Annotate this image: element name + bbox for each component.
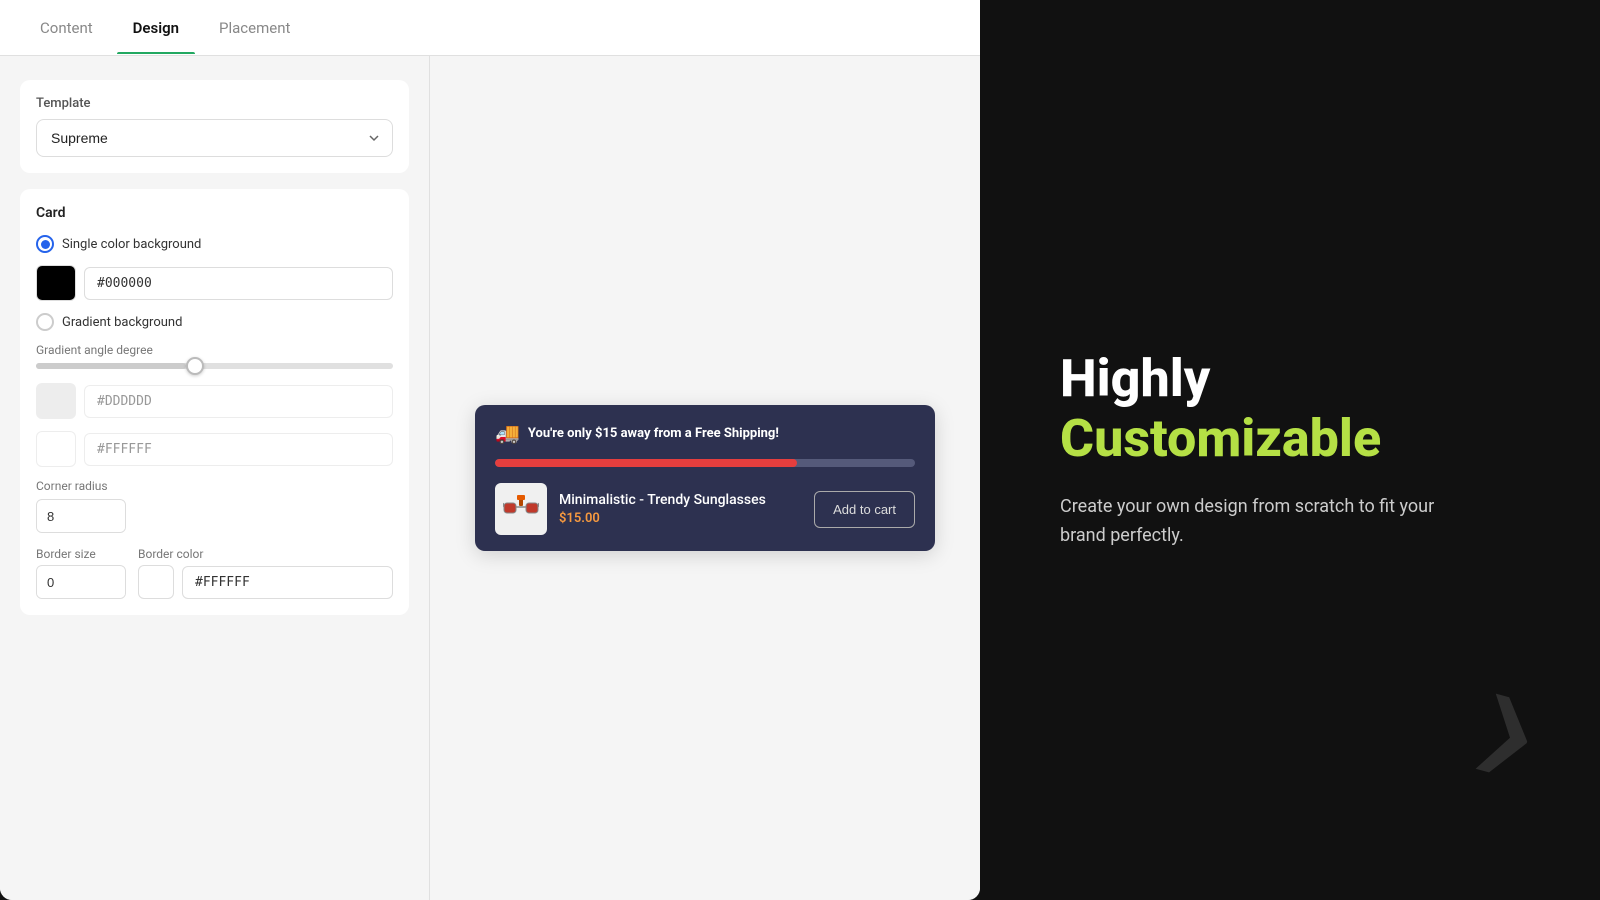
tab-design[interactable]: Design — [117, 3, 195, 53]
product-info: Minimalistic - Trendy Sunglasses $15.00 — [559, 492, 802, 526]
gradient-angle-slider[interactable] — [36, 363, 393, 369]
tab-placement[interactable]: Placement — [203, 3, 306, 53]
hero-line2: Customizable — [1060, 409, 1381, 469]
product-card: 🚚 You're only $15 away from a Free Shipp… — [475, 405, 935, 551]
card-title: Card — [36, 205, 393, 221]
right-panel: Highly Customizable Create your own desi… — [980, 0, 1600, 900]
gradient-radio-row[interactable]: Gradient background — [36, 313, 393, 331]
single-color-radio[interactable] — [36, 235, 54, 253]
shipping-emoji: 🚚 — [495, 421, 520, 445]
border-size-label: Border size — [36, 547, 126, 561]
hero-description: Create your own design from scratch to f… — [1060, 493, 1440, 551]
color-swatch[interactable] — [36, 265, 76, 301]
template-select[interactable]: Supreme Classic Minimal Bold — [36, 119, 393, 157]
corner-radius-value[interactable] — [37, 501, 126, 532]
arrow-watermark: › — [1451, 601, 1570, 844]
progress-fill — [495, 459, 797, 467]
card-section: Card Single color background Gradient ba… — [20, 189, 409, 615]
border-section: Border size px ▲ ▼ Border color — [36, 547, 393, 599]
tab-content[interactable]: Content — [24, 3, 109, 53]
gradient-radio[interactable] — [36, 313, 54, 331]
gradient-label: Gradient background — [62, 315, 182, 330]
single-color-radio-row[interactable]: Single color background — [36, 235, 393, 253]
shipping-banner: 🚚 You're only $15 away from a Free Shipp… — [495, 421, 915, 445]
product-row: Minimalistic - Trendy Sunglasses $15.00 … — [495, 483, 915, 535]
gradient-swatch-1[interactable] — [36, 383, 76, 419]
product-price: $15.00 — [559, 511, 802, 526]
progress-bar — [495, 459, 915, 467]
corner-radius-label: Corner radius — [36, 479, 393, 493]
gradient-color2-input[interactable] — [84, 433, 393, 466]
hero-line1: Highly — [1060, 349, 1210, 409]
product-thumbnail — [495, 483, 547, 535]
corner-radius-section: Corner radius px ▲ ▼ — [36, 479, 393, 533]
border-color-swatch[interactable] — [138, 565, 174, 599]
border-color-input[interactable] — [182, 566, 393, 599]
border-color-label: Border color — [138, 547, 393, 561]
gradient-color1-row — [36, 383, 393, 419]
color-hex-input[interactable] — [84, 267, 393, 300]
shipping-text: You're only $15 away from a Free Shippin… — [528, 426, 779, 441]
single-color-label: Single color background — [62, 237, 201, 252]
border-size-input-box: px ▲ ▼ — [36, 565, 126, 599]
corner-radius-input-box: px ▲ ▼ — [36, 499, 126, 533]
gradient-color1-input[interactable] — [84, 385, 393, 418]
template-section: Template Supreme Classic Minimal Bold — [20, 80, 409, 173]
gradient-swatch-2[interactable] — [36, 431, 76, 467]
gradient-angle-label: Gradient angle degree — [36, 343, 393, 357]
preview-area: 🚚 You're only $15 away from a Free Shipp… — [430, 56, 980, 900]
gradient-color2-row — [36, 431, 393, 467]
border-size-value[interactable] — [37, 567, 126, 598]
color-row — [36, 265, 393, 301]
tab-bar: Content Design Placement — [0, 0, 980, 56]
settings-panel: Template Supreme Classic Minimal Bold Ca… — [0, 56, 430, 900]
template-label: Template — [36, 96, 393, 111]
add-to-cart-button[interactable]: Add to cart — [814, 491, 915, 528]
product-name: Minimalistic - Trendy Sunglasses — [559, 492, 802, 508]
